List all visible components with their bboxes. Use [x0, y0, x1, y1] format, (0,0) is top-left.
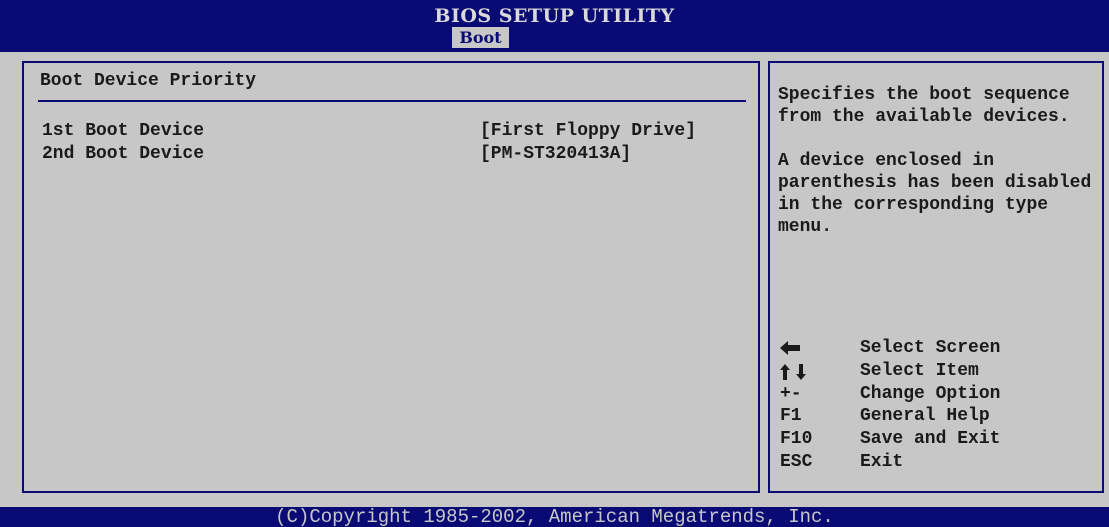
boot-device-value[interactable]: [First Floppy Drive] [480, 120, 696, 142]
boot-device-label: 2nd Boot Device [42, 144, 205, 164]
key-legend-row: Select Screen [780, 337, 1100, 360]
key-name: F1 [780, 406, 802, 427]
boot-device-row-2[interactable]: 2nd Boot Device [PM-ST320413A] [42, 143, 752, 167]
key-description: Select Item [860, 360, 979, 381]
key-description: Select Screen [860, 338, 1001, 358]
key-description: Exit [860, 451, 904, 472]
boot-device-label: 1st Boot Device [42, 121, 205, 141]
boot-device-row-1[interactable]: 1st Boot Device [First Floppy Drive] [42, 120, 752, 144]
key-legend-row: Select Item [780, 360, 1100, 383]
up-down-arrows-icon [780, 363, 806, 380]
key-legend-row: +- Change Option [780, 383, 1100, 406]
title-bar: BIOS SETUP UTILITY Boot [0, 0, 1109, 52]
help-paragraph: A device enclosed in parenthesis has bee… [778, 151, 1092, 237]
section-divider [38, 100, 746, 102]
help-paragraph: Specifies the boot sequence from the ava… [778, 85, 1070, 127]
key-legend-row: F10 Save and Exit [780, 428, 1100, 451]
help-text: Specifies the boot sequence from the ava… [778, 84, 1098, 238]
key-legend-row: ESC Exit [780, 451, 1100, 474]
boot-device-value[interactable]: [PM-ST320413A] [480, 143, 631, 165]
section-title: Boot Device Priority [40, 71, 257, 91]
tab-boot[interactable]: Boot [452, 27, 509, 48]
app-title: BIOS SETUP UTILITY [434, 5, 675, 27]
left-arrow-icon [780, 341, 800, 355]
key-description: General Help [860, 406, 990, 427]
key-name: +- [780, 383, 802, 404]
copyright-footer: (C)Copyright 1985-2002, American Megatre… [0, 507, 1109, 527]
key-description: Save and Exit [860, 429, 1001, 450]
key-legend-row: F1 General Help [780, 405, 1100, 428]
key-description: Change Option [860, 383, 1001, 404]
key-name: ESC [780, 451, 813, 472]
key-name: F10 [780, 429, 813, 450]
key-legend: Select Screen Select Item +- Change Opti… [780, 337, 1100, 474]
